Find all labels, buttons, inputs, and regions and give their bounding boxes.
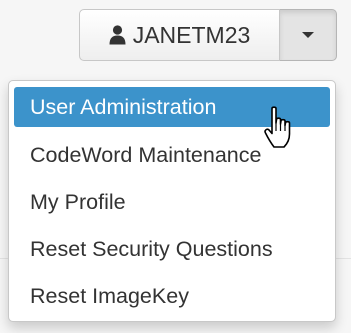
dropdown-toggle-button[interactable] [280,9,337,61]
hand-pointer-icon [264,106,291,148]
user-button-group: JANETM23 [79,9,337,61]
menu-item-label: CodeWord Maintenance [30,142,262,167]
user-icon [109,25,126,45]
caret-down-icon [302,32,314,38]
menu-item-label: Reset ImageKey [30,283,189,308]
menu-item-my-profile[interactable]: My Profile [14,182,330,222]
menu-item-reset-security-questions[interactable]: Reset Security Questions [14,229,330,269]
menu-item-label: My Profile [30,189,126,214]
menu-item-label: Reset Security Questions [30,236,273,261]
menu-item-label: User Administration [30,94,217,119]
username-label: JANETM23 [132,21,251,48]
user-menu-button[interactable]: JANETM23 [79,9,280,61]
menu-item-reset-imagekey[interactable]: Reset ImageKey [14,276,330,316]
